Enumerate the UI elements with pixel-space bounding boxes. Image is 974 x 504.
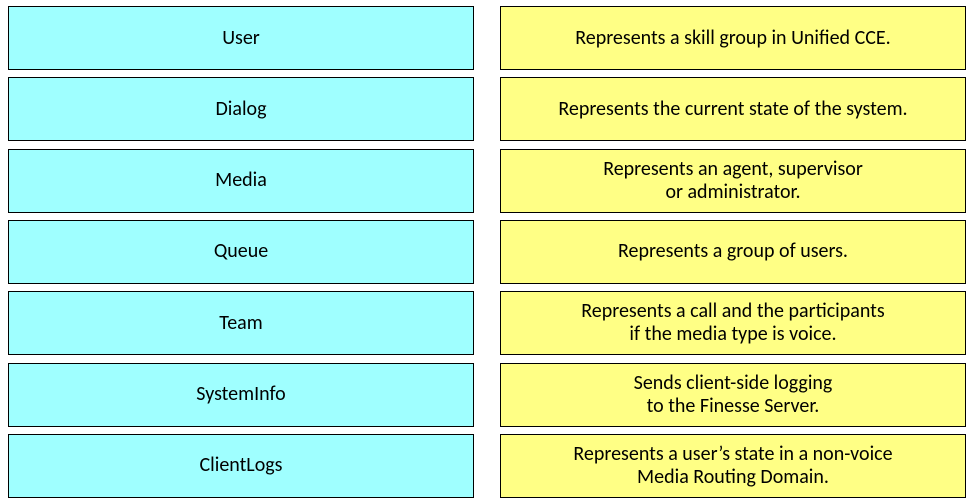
term-label: SystemInfo	[196, 383, 285, 406]
desc-card[interactable]: Represents a user’s state in a non-voice…	[500, 434, 966, 498]
term-label: Queue	[214, 240, 268, 263]
pair-row: Dialog Represents the current state of t…	[8, 77, 966, 141]
desc-label: Represents a group of users.	[618, 240, 848, 263]
pair-row: ClientLogs Represents a user’s state in …	[8, 434, 966, 498]
desc-label: Represents a call and the participantsif…	[581, 300, 884, 346]
term-label: User	[222, 27, 260, 50]
desc-card[interactable]: Represents a skill group in Unified CCE.	[500, 6, 966, 70]
term-label: Media	[215, 169, 267, 192]
pair-row: Media Represents an agent, supervisoror …	[8, 149, 966, 213]
term-card-systeminfo[interactable]: SystemInfo	[8, 363, 474, 427]
term-card-team[interactable]: Team	[8, 291, 474, 355]
desc-label: Represents a user’s state in a non-voice…	[573, 443, 892, 489]
term-card-clientlogs[interactable]: ClientLogs	[8, 434, 474, 498]
term-card-dialog[interactable]: Dialog	[8, 77, 474, 141]
desc-card[interactable]: Represents the current state of the syst…	[500, 77, 966, 141]
desc-label: Represents an agent, supervisoror admini…	[603, 158, 863, 204]
desc-card[interactable]: Represents a group of users.	[500, 220, 966, 284]
desc-card[interactable]: Represents an agent, supervisoror admini…	[500, 149, 966, 213]
pair-row: User Represents a skill group in Unified…	[8, 6, 966, 70]
pair-row: Queue Represents a group of users.	[8, 220, 966, 284]
desc-label: Sends client-side loggingto the Finesse …	[634, 372, 833, 418]
desc-label: Represents the current state of the syst…	[558, 98, 907, 121]
pair-row: SystemInfo Sends client-side loggingto t…	[8, 363, 966, 427]
matching-grid: User Represents a skill group in Unified…	[0, 0, 974, 504]
term-label: Team	[219, 312, 262, 335]
term-label: Dialog	[215, 98, 266, 121]
term-label: ClientLogs	[199, 454, 282, 477]
desc-card[interactable]: Represents a call and the participantsif…	[500, 291, 966, 355]
desc-label: Represents a skill group in Unified CCE.	[575, 27, 890, 50]
pair-row: Team Represents a call and the participa…	[8, 291, 966, 355]
desc-card[interactable]: Sends client-side loggingto the Finesse …	[500, 363, 966, 427]
term-card-media[interactable]: Media	[8, 149, 474, 213]
term-card-user[interactable]: User	[8, 6, 474, 70]
term-card-queue[interactable]: Queue	[8, 220, 474, 284]
